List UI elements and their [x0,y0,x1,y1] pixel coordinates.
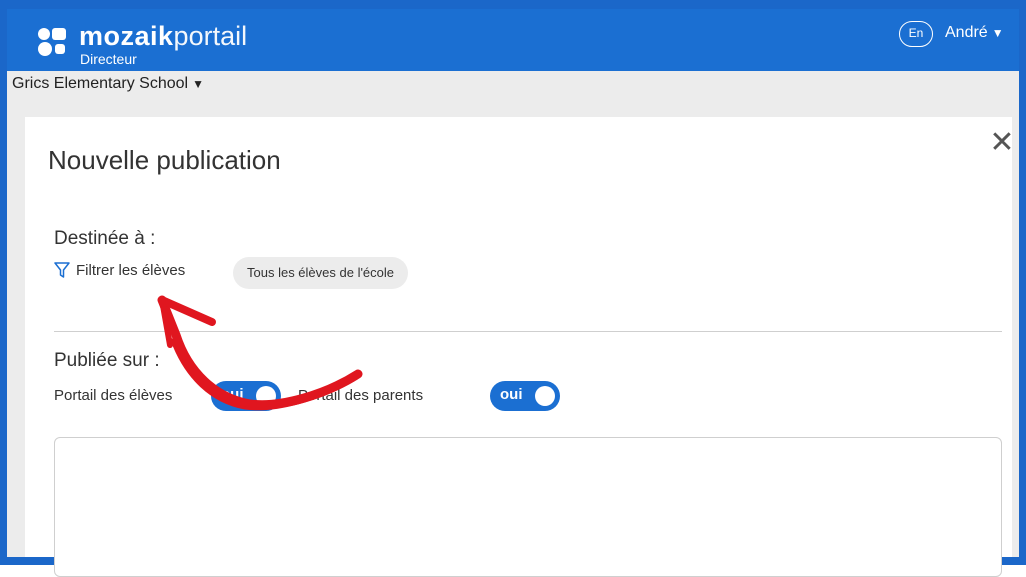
filter-students-link[interactable]: Filtrer les élèves [54,262,185,279]
top-navigation-bar: mozaikportail Directeur [7,9,1019,71]
dialog-title: Nouvelle publication [48,145,281,175]
close-icon[interactable]: ✕ [987,128,1017,158]
section-divider [54,331,1002,332]
brand-bold: mozaik [79,21,174,51]
destined-to-label: Destinée à : [54,228,156,249]
audience-chip[interactable]: Tous les élèves de l'école [233,257,409,289]
parent-portal-toggle[interactable]: oui [490,381,560,411]
school-selector[interactable]: Grics Elementary School ▼ [12,75,204,93]
student-portal-toggle-text: oui [221,386,244,403]
caret-down-icon: ▼ [991,26,1004,40]
filter-students-label: Filtrer les élèves [76,262,186,279]
brand-name[interactable]: mozaikportail [79,22,247,50]
student-portal-toggle[interactable]: oui [211,381,281,411]
funnel-filter-icon [54,262,70,278]
parent-portal-toggle-text: oui [500,386,523,403]
school-name: Grics Elementary School [12,75,189,92]
toggle-knob [256,386,276,406]
publication-message-input[interactable] [54,437,1002,577]
parent-portal-label: Portail des parents [298,387,424,404]
user-role: Directeur [80,51,137,67]
student-portal-label: Portail des élèves [54,387,173,404]
caret-down-icon: ▼ [192,77,204,91]
language-switch-button[interactable]: En [899,21,933,47]
brand-light: portail [173,21,248,51]
toggle-knob [535,386,555,406]
mozaik-logo-icon [38,28,66,56]
published-on-label: Publiée sur : [54,350,160,371]
user-name: André [945,24,988,41]
user-menu[interactable]: André ▼ [945,22,1004,44]
